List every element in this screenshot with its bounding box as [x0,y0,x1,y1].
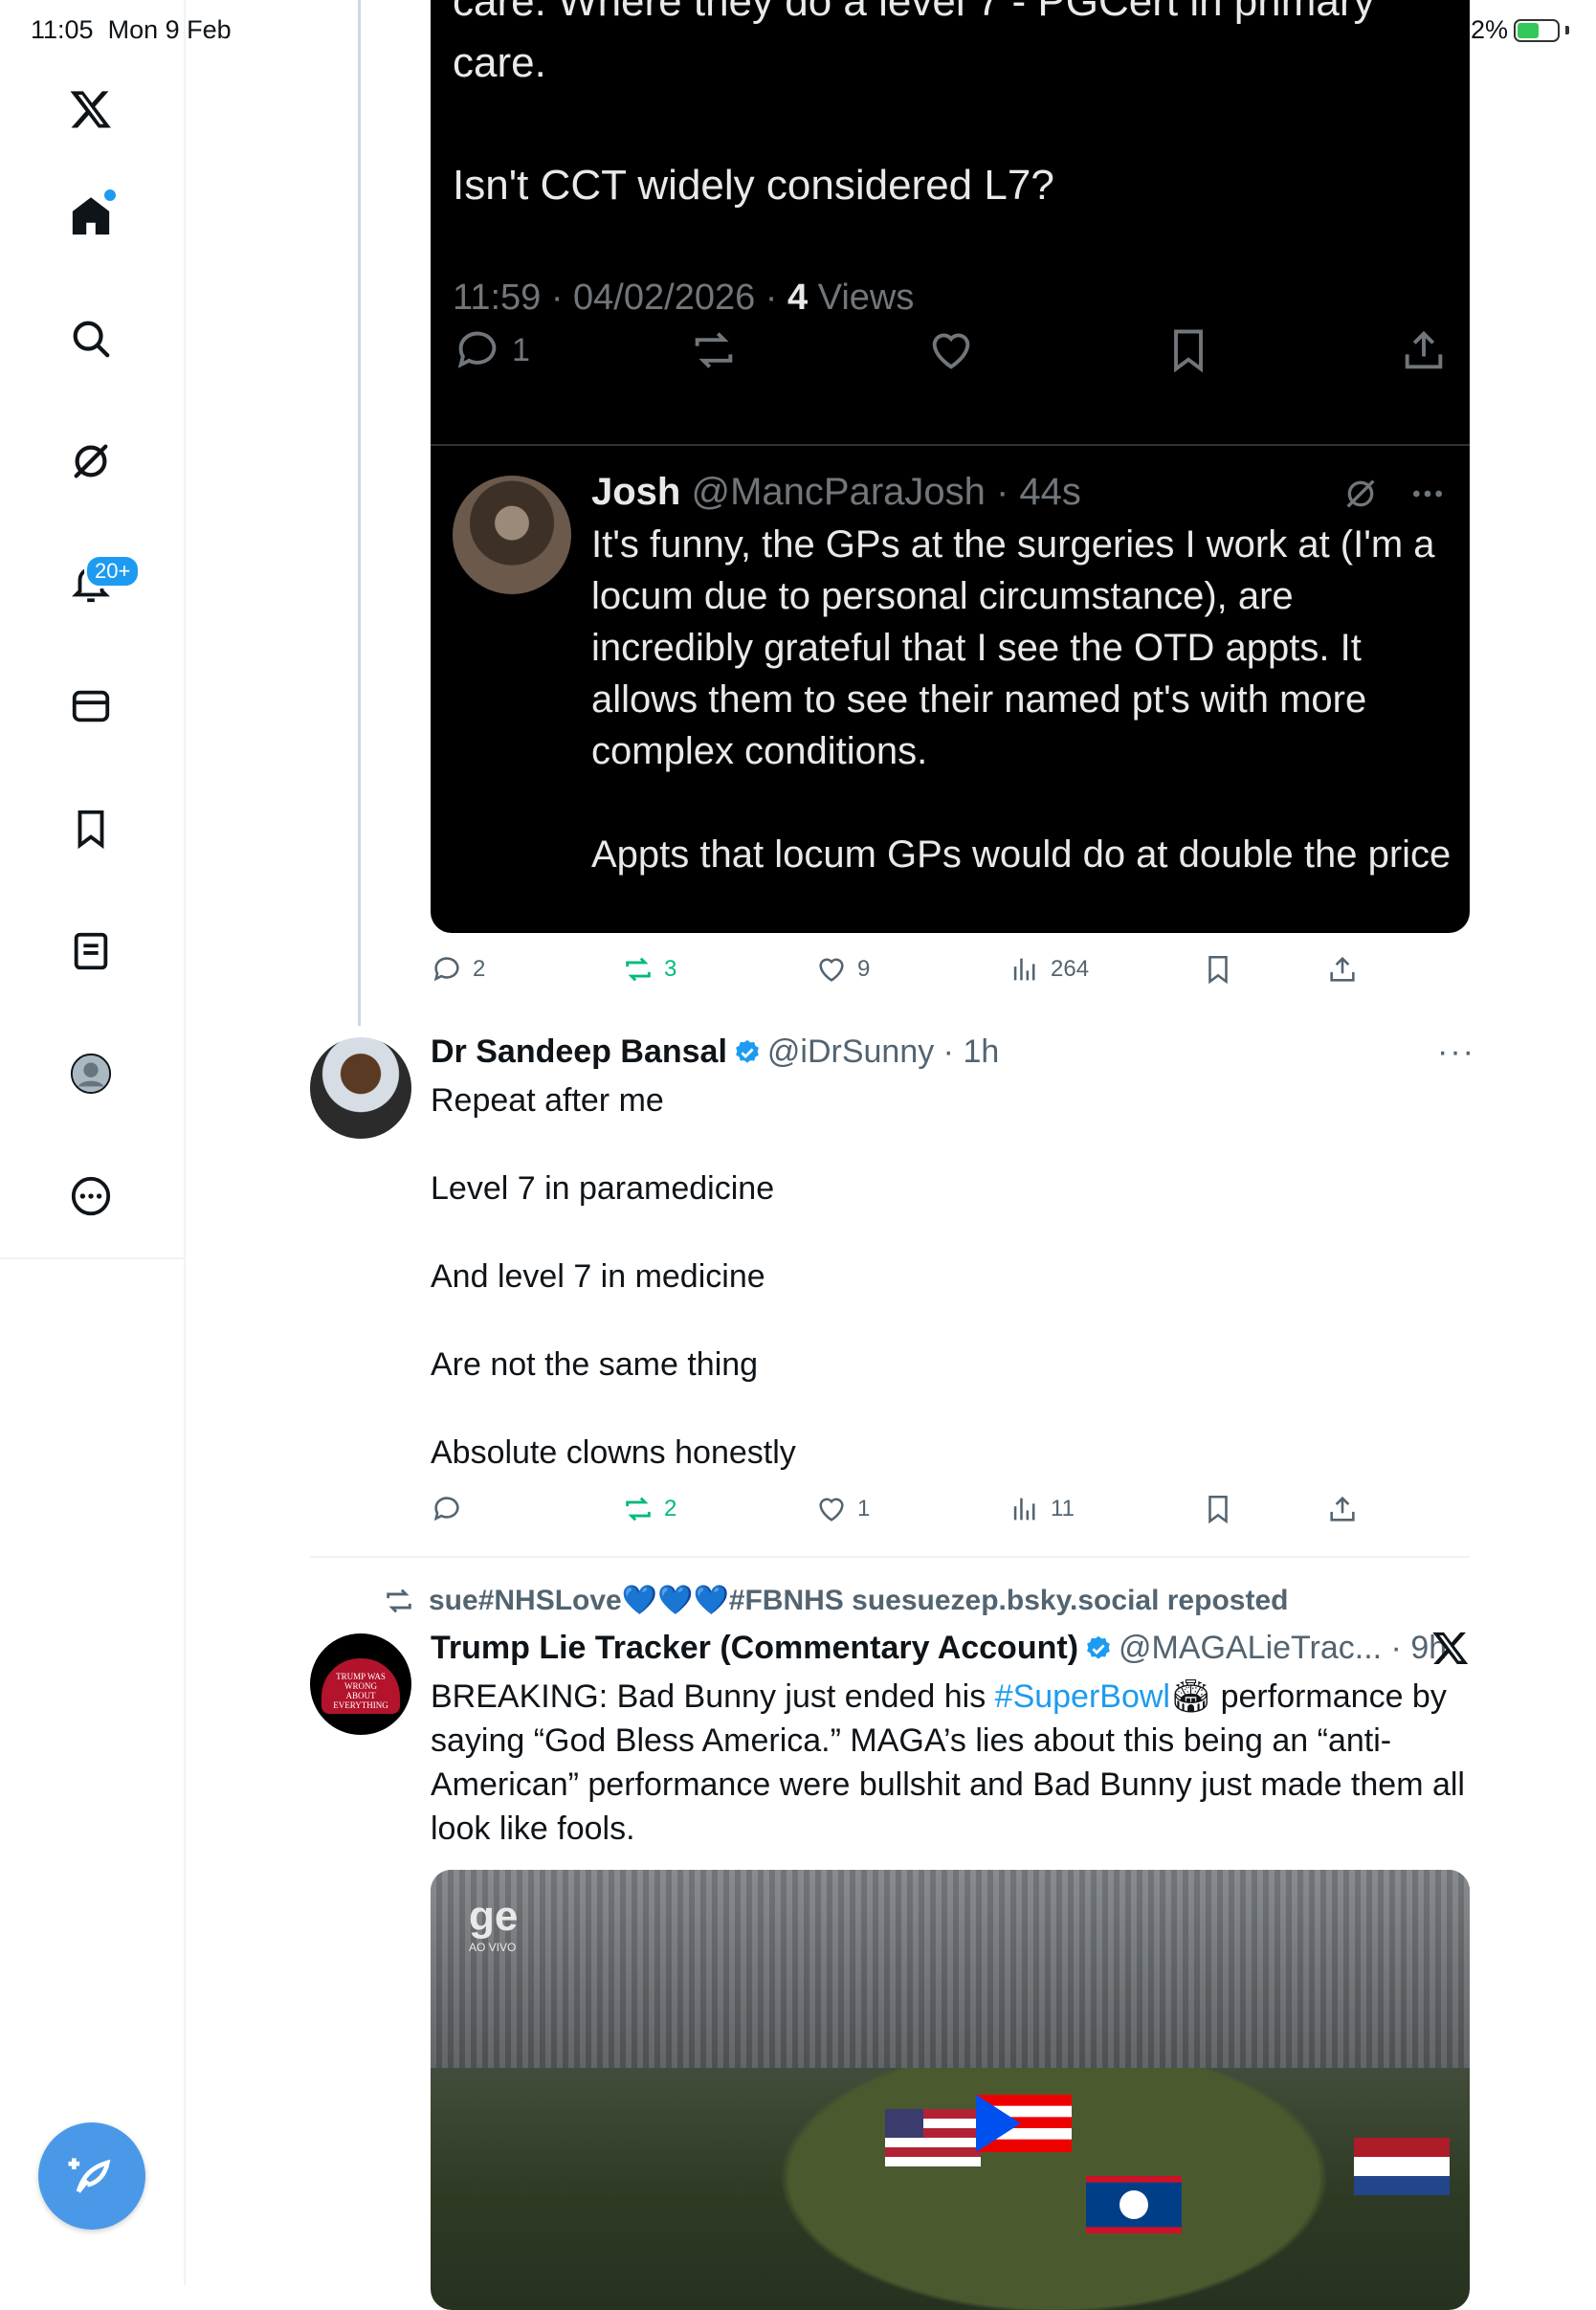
thread-connector-line [358,0,361,1026]
screenshot-actions: 1 [431,316,1470,402]
profile-icon[interactable] [60,1043,122,1104]
share-icon [1330,1496,1355,1521]
more-icon [1413,490,1442,498]
repost-icon [387,1588,411,1612]
reply-icon [433,1497,459,1521]
battery-indicator: 2% [1471,15,1569,45]
reply-icon [433,957,459,982]
flag-icon [976,2095,1072,2152]
tweet2-action-bar: 2 1 11 [431,1493,1470,1541]
author-name[interactable]: Trump Lie Tracker (Commentary Account) [431,1630,1078,1666]
bookmark-icon [1208,955,1228,985]
share-icon [1330,956,1355,982]
home-icon[interactable] [60,186,122,247]
battery-icon [1514,18,1560,42]
heart-icon [819,1498,844,1521]
nav-divider [0,1257,184,1259]
compose-feather-icon [68,2158,111,2193]
repost-button[interactable]: 3 [622,953,676,986]
screenshot-line-care: care. [453,39,546,86]
tweet3-body: BREAKING: Bad Bunny just ended his #Supe… [431,1678,1465,1847]
reply-body: It's funny, the GPs at the surgeries I w… [591,523,1452,876]
grok-icon[interactable] [60,431,122,492]
bookmark-icon [1174,329,1203,373]
screenshot-reply: 1 [453,325,530,375]
bookmark-button[interactable] [1202,953,1234,986]
reply-icons [1341,475,1447,513]
repost-icon [695,332,733,368]
views-button[interactable]: 264 [1009,953,1089,986]
bookmarks-icon[interactable] [60,798,122,859]
flag-icon [1354,2138,1450,2195]
bookmark-icon [1208,1495,1228,1524]
tweet1-action-bar: 2 3 9 264 [431,953,1470,1001]
views-button[interactable]: 11 [1009,1493,1075,1525]
verified-badge-icon [1087,1635,1110,1659]
screenshot-line-partial: care. Where they do a level 7 - PGCert i… [453,0,1375,25]
screenshot-question: Isn't CCT widely considered L7? [453,162,1054,209]
repost-context[interactable]: sue#NHSLove💙💙💙#FBNHS suesuezep.bsky.soci… [383,1584,1288,1617]
x-logo-icon[interactable] [60,78,122,140]
notifications-badge: 20+ [84,554,142,589]
more-options-icon[interactable]: ··· [1437,1033,1475,1071]
red-hat-image: TRUMP WAS WRONG ABOUT EVERYTHING [321,1658,400,1714]
like-button[interactable]: 1 [815,1493,870,1525]
avatar[interactable] [310,1037,411,1139]
broadcaster-logo: ge AO VIVO [469,1893,519,1954]
screenshot-like [926,325,976,375]
tweet-divider [310,1556,1470,1558]
more-icon[interactable] [60,1166,122,1227]
superbowl-emoji-icon: 🏟 [1170,1678,1212,1715]
grok-icon [1346,479,1375,508]
x-source-icon [1431,1629,1470,1672]
messages-icon[interactable] [60,676,122,737]
tweet3-header: Trump Lie Tracker (Commentary Account) @M… [431,1630,1447,1667]
new-posts-dot [104,189,116,201]
author-handle: @iDrSunny · 1h [766,1033,1000,1070]
screenshot-share [1399,325,1449,375]
reply-header: Josh @MancParaJosh · 44s [591,471,1081,513]
tweet-media-screenshot[interactable]: care. Where they do a level 7 - PGCert i… [431,0,1470,933]
flag-icon [1086,2176,1182,2233]
tweet-video[interactable]: ge AO VIVO [431,1870,1470,2310]
tweet2-body: Repeat after me Level 7 in paramedicine … [431,1082,796,1471]
repost-icon [626,957,651,982]
verified-badge-icon [736,1039,759,1063]
author-handle: @MAGALieTrac... · 9h [1119,1630,1448,1666]
screenshot-repost [689,325,739,375]
views-icon [1013,958,1035,981]
search-icon[interactable] [60,308,122,369]
reply-button[interactable]: 2 [431,953,485,986]
avatar[interactable]: TRUMP WAS WRONG ABOUT EVERYTHING [310,1633,411,1735]
screenshot-bookmark [1164,325,1213,375]
compose-button[interactable] [38,2122,145,2230]
repost-button[interactable]: 2 [622,1493,676,1525]
avatar [453,476,571,594]
views-icon [1013,1498,1035,1521]
share-button[interactable] [1326,953,1359,986]
bookmark-button[interactable] [1202,1493,1234,1525]
reply-icon [457,331,497,368]
heart-icon [819,958,844,982]
screenshot-meta: 11:59 · 04/02/2026 · 4 Views [453,278,915,318]
heart-icon [932,333,970,369]
reply-button[interactable] [431,1493,473,1525]
sidebar-nav: 20+ [0,0,186,2285]
share-icon [1405,330,1443,369]
lists-icon[interactable] [60,921,122,982]
hashtag-link[interactable]: #SuperBowl [995,1678,1170,1715]
tweet2-header: Dr Sandeep Bansal @iDrSunny · 1h [431,1033,999,1071]
author-name[interactable]: Dr Sandeep Bansal [431,1033,727,1070]
share-button[interactable] [1326,1493,1359,1525]
repost-icon [626,1497,651,1521]
like-button[interactable]: 9 [815,953,870,986]
